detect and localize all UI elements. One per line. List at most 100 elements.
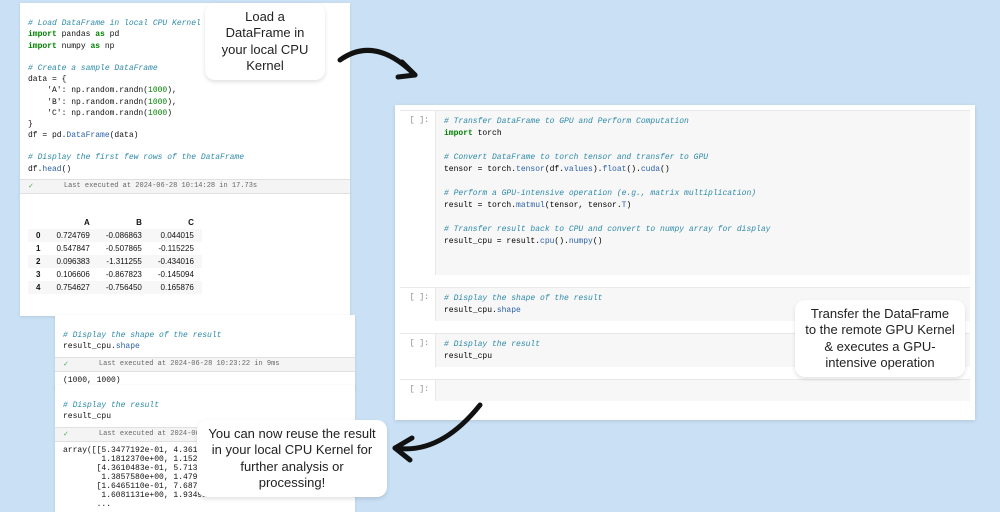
- code-line: 'B': np.random.randn(: [28, 98, 148, 107]
- exec-status-bar: ✓Last executed at 2024-06-28 10:14:28 in…: [20, 179, 350, 194]
- table-row: 40.754627-0.7564500.165876: [28, 281, 202, 294]
- func: tensor: [516, 165, 545, 174]
- alias: np: [105, 42, 115, 51]
- code-block: # Display the shape of the result result…: [55, 315, 355, 357]
- code-comment: # Perform a GPU-intensive operation (e.g…: [444, 189, 756, 198]
- code-line: (): [660, 165, 670, 174]
- func: numpy: [569, 237, 593, 246]
- code-line: (data): [110, 131, 139, 140]
- arrow-icon: [380, 400, 490, 470]
- table-cell: -0.434016: [150, 255, 202, 268]
- attr: shape: [116, 342, 140, 351]
- func: cuda: [641, 165, 660, 174]
- code-comment: # Display the shape of the result: [63, 331, 221, 340]
- table-cell: 0.106606: [48, 268, 97, 281]
- kw-as: as: [90, 42, 100, 51]
- table-cell: 0: [28, 229, 48, 242]
- code-line: (): [593, 237, 603, 246]
- num: 1000: [148, 86, 167, 95]
- kw-import: import: [28, 42, 57, 51]
- code-line: result_cpu.: [444, 306, 497, 315]
- table-cell: -0.756450: [98, 281, 150, 294]
- arrow-icon: [330, 30, 450, 120]
- cell-prompt: [ ]:: [400, 288, 435, 321]
- cell-prompt: [ ]:: [400, 380, 435, 401]
- code-comment: # Load DataFrame in local CPU Kernel: [28, 19, 201, 28]
- code-line: result = torch.: [444, 201, 516, 210]
- exec-timestamp: Last executed at 2024-06-28 10:23:22 in …: [99, 360, 280, 369]
- code-line: }: [28, 120, 33, 129]
- code-comment: # Convert DataFrame to torch tensor and …: [444, 153, 708, 162]
- callout-reuse-result: You can now reuse the result in your loc…: [197, 420, 387, 497]
- table-cell: 2: [28, 255, 48, 268]
- table-cell: -0.115225: [150, 242, 202, 255]
- col-header: A: [48, 216, 97, 229]
- code-comment: # Create a sample DataFrame: [28, 64, 158, 73]
- callout-transfer-gpu: Transfer the DataFrame to the remote GPU…: [795, 300, 965, 377]
- code-line: result_cpu.: [63, 342, 116, 351]
- code-line: (): [62, 165, 72, 174]
- table-cell: 3: [28, 268, 48, 281]
- mod: torch: [478, 129, 502, 138]
- code-line: ).: [593, 165, 603, 174]
- table-row: 10.547847-0.507865-0.115225: [28, 242, 202, 255]
- code-line: result_cpu: [63, 412, 111, 421]
- exec-status-bar: ✓ Last executed at 2024-06-28 10:23:22 in…: [55, 357, 355, 372]
- table-cell: 0.096383: [48, 255, 97, 268]
- func: head: [42, 165, 61, 174]
- kw-import: import: [28, 30, 57, 39]
- output-area: A B C 00.724769-0.0868630.04401510.54784…: [20, 194, 350, 316]
- cell-prompt: [ ]:: [400, 334, 435, 367]
- table-cell: 4: [28, 281, 48, 294]
- col-idx: [28, 216, 48, 229]
- col-header: C: [150, 216, 202, 229]
- code-comment: # Transfer result back to CPU and conver…: [444, 225, 770, 234]
- code-line: data = {: [28, 75, 66, 84]
- table-cell: 0.724769: [48, 229, 97, 242]
- code-comment: # Display the shape of the result: [444, 294, 602, 303]
- code-comment: # Display the result: [444, 340, 540, 349]
- table-cell: -0.867823: [98, 268, 150, 281]
- num: 1000: [148, 109, 167, 118]
- table-cell: 0.165876: [150, 281, 202, 294]
- code-comment: # Display the result: [63, 401, 159, 410]
- code-comment: # Display the first few rows of the Data…: [28, 153, 244, 162]
- mod: numpy: [62, 42, 86, 51]
- left-cell-shape: # Display the shape of the result result…: [55, 315, 355, 389]
- callout-load-df: Load a DataFrame in your local CPU Kerne…: [205, 3, 325, 80]
- func: DataFrame: [66, 131, 109, 140]
- code-line: ),: [167, 86, 177, 95]
- table-row: 20.096383-1.311255-0.434016: [28, 255, 202, 268]
- table-cell: 0.044015: [150, 229, 202, 242]
- func: float: [602, 165, 626, 174]
- code-line: result_cpu: [444, 352, 492, 361]
- code-line: tensor = torch.: [444, 165, 516, 174]
- code-line: ),: [167, 98, 177, 107]
- num: 1000: [148, 98, 167, 107]
- code-block: # Transfer DataFrame to GPU and Perform …: [435, 111, 970, 275]
- func: cpu: [540, 237, 554, 246]
- check-icon: ✓: [63, 430, 69, 439]
- table-cell: 0.754627: [48, 281, 97, 294]
- check-icon: ✓: [63, 360, 69, 369]
- code-line: ): [626, 201, 631, 210]
- right-cell-empty[interactable]: [ ]:: [400, 379, 970, 401]
- code-comment: # Transfer DataFrame to GPU and Perform …: [444, 117, 689, 126]
- code-line: result_cpu = result.: [444, 237, 540, 246]
- code-block[interactable]: [435, 380, 970, 401]
- col-header: B: [98, 216, 150, 229]
- code-line: (tensor, tensor.: [545, 201, 622, 210]
- func: matmul: [516, 201, 545, 210]
- table-cell: -1.311255: [98, 255, 150, 268]
- kw-as: as: [95, 30, 105, 39]
- kw-import: import: [444, 129, 473, 138]
- dataframe-table: A B C 00.724769-0.0868630.04401510.54784…: [28, 216, 202, 294]
- mod: pandas: [62, 30, 91, 39]
- right-cell-gpu: [ ]: # Transfer DataFrame to GPU and Per…: [400, 110, 970, 275]
- alias: pd: [110, 30, 120, 39]
- code-line: df = pd.: [28, 131, 66, 140]
- code-line: ): [167, 109, 172, 118]
- table-row: 30.106606-0.867823-0.145094: [28, 268, 202, 281]
- table-cell: 0.547847: [48, 242, 97, 255]
- table-cell: 1: [28, 242, 48, 255]
